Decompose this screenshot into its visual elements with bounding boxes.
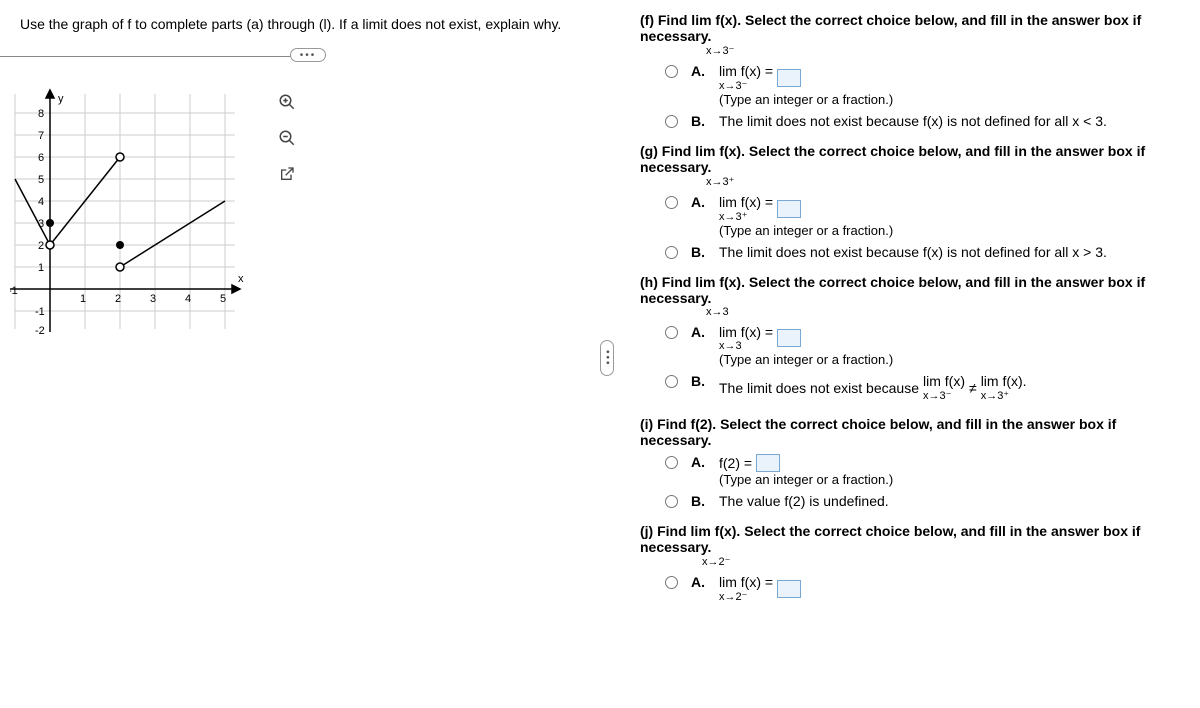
q-i-a-hint: (Type an integer or a fraction.) [719, 472, 1180, 487]
q-f-prompt: (f) Find lim f(x). Select the correct ch… [640, 12, 1141, 44]
q-j-prompt: (j) Find lim f(x). Select the correct ch… [640, 523, 1140, 555]
q-g-prompt: (g) Find lim f(x). Select the correct ch… [640, 143, 1145, 175]
svg-text:1: 1 [38, 262, 44, 274]
svg-text:7: 7 [38, 130, 44, 142]
q-j-sub: x→2⁻ [702, 555, 1180, 568]
zoom-in-icon[interactable] [275, 90, 299, 114]
q-g-b-text: The limit does not exist because f(x) is… [719, 244, 1180, 260]
q-h-a-input[interactable] [777, 329, 801, 347]
more-horizontal-icon[interactable]: ••• [290, 48, 326, 62]
q-g-sub: x→3⁺ [706, 175, 1180, 188]
svg-text:2: 2 [38, 240, 44, 252]
svg-text:5: 5 [38, 174, 44, 186]
svg-text:2: 2 [115, 293, 121, 305]
q-i-a-input[interactable] [756, 454, 780, 472]
svg-text:5: 5 [220, 293, 226, 305]
q-h-b-ne: ≠ [969, 380, 977, 396]
q-j-a-lim: lim f(x) = [719, 574, 773, 590]
q-g-a-hint: (Type an integer or a fraction.) [719, 223, 1180, 238]
q-g-choice-b-radio[interactable] [665, 246, 678, 259]
open-external-icon[interactable] [275, 162, 299, 186]
q-j-choice-a-radio[interactable] [665, 576, 678, 589]
q-j-a-sub: x→2⁻ [719, 590, 747, 603]
q-j-a-input[interactable] [777, 580, 801, 598]
svg-text:-1: -1 [10, 285, 18, 297]
q-f-sub: x→3⁻ [706, 44, 1180, 57]
q-h-b-lim2: lim f(x). [981, 373, 1027, 389]
q-h-b-sub2: x→3⁺ [981, 389, 1009, 402]
q-h-a-hint: (Type an integer or a fraction.) [719, 352, 1180, 367]
choice-label-a: A. [691, 574, 709, 590]
question-h: (h) Find lim f(x). Select the correct ch… [640, 274, 1180, 402]
choice-label-a: A. [691, 194, 709, 210]
q-i-prompt: (i) Find f(2). Select the correct choice… [640, 416, 1116, 448]
choice-label-b: B. [691, 493, 709, 509]
question-j: (j) Find lim f(x). Select the correct ch… [640, 523, 1180, 603]
q-i-b-text: The value f(2) is undefined. [719, 493, 1180, 509]
question-i: (i) Find f(2). Select the correct choice… [640, 416, 1180, 509]
q-h-b-lim1: lim f(x) [923, 373, 965, 389]
svg-text:8: 8 [38, 108, 44, 120]
q-g-a-lim: lim f(x) = [719, 194, 773, 210]
instruction-text: Use the graph of f to complete parts (a)… [20, 16, 580, 32]
q-f-a-sub: x→3⁻ [719, 79, 747, 92]
q-h-a-sub: x→3 [719, 340, 742, 352]
question-g: (g) Find lim f(x). Select the correct ch… [640, 143, 1180, 260]
question-f: (f) Find lim f(x). Select the correct ch… [640, 12, 1180, 129]
svg-text:4: 4 [185, 293, 191, 305]
q-g-choice-a-radio[interactable] [665, 196, 678, 209]
choice-label-b: B. [691, 113, 709, 129]
svg-text:-1: -1 [35, 306, 45, 318]
divider [0, 56, 320, 57]
svg-text:6: 6 [38, 152, 44, 164]
q-i-choice-a-radio[interactable] [665, 456, 678, 469]
q-f-a-input[interactable] [777, 69, 801, 87]
q-h-sub: x→3 [706, 306, 1180, 318]
q-i-a-text: f(2) = [719, 455, 752, 471]
q-i-choice-b-radio[interactable] [665, 495, 678, 508]
q-f-a-lim: lim f(x) = [719, 63, 773, 79]
q-h-choice-b-radio[interactable] [665, 375, 678, 388]
q-g-a-input[interactable] [777, 200, 801, 218]
svg-text:3: 3 [150, 293, 156, 305]
choice-label-a: A. [691, 63, 709, 79]
q-h-a-lim: lim f(x) = [719, 324, 773, 340]
q-g-a-sub: x→3⁺ [719, 210, 747, 223]
q-f-a-hint: (Type an integer or a fraction.) [719, 92, 1180, 107]
svg-text:1: 1 [80, 293, 86, 305]
q-h-b-pre: The limit does not exist because [719, 380, 919, 396]
svg-text:y: y [58, 93, 64, 105]
choice-label-a: A. [691, 324, 709, 340]
svg-text:-2: -2 [35, 325, 45, 334]
q-f-choice-a-radio[interactable] [665, 65, 678, 78]
svg-text:x: x [238, 273, 244, 285]
choice-label-b: B. [691, 373, 709, 389]
q-f-b-text: The limit does not exist because f(x) is… [719, 113, 1180, 129]
svg-text:4: 4 [38, 196, 44, 208]
graph: 1 2 3 4 5 -1 1 2 3 4 5 6 7 8 -1 -2 y x [10, 84, 260, 337]
q-f-choice-b-radio[interactable] [665, 115, 678, 128]
zoom-out-icon[interactable] [275, 126, 299, 150]
choice-label-b: B. [691, 244, 709, 260]
choice-label-a: A. [691, 454, 709, 470]
q-h-prompt: (h) Find lim f(x). Select the correct ch… [640, 274, 1145, 306]
q-h-b-sub1: x→3⁻ [923, 389, 951, 402]
q-h-choice-a-radio[interactable] [665, 326, 678, 339]
